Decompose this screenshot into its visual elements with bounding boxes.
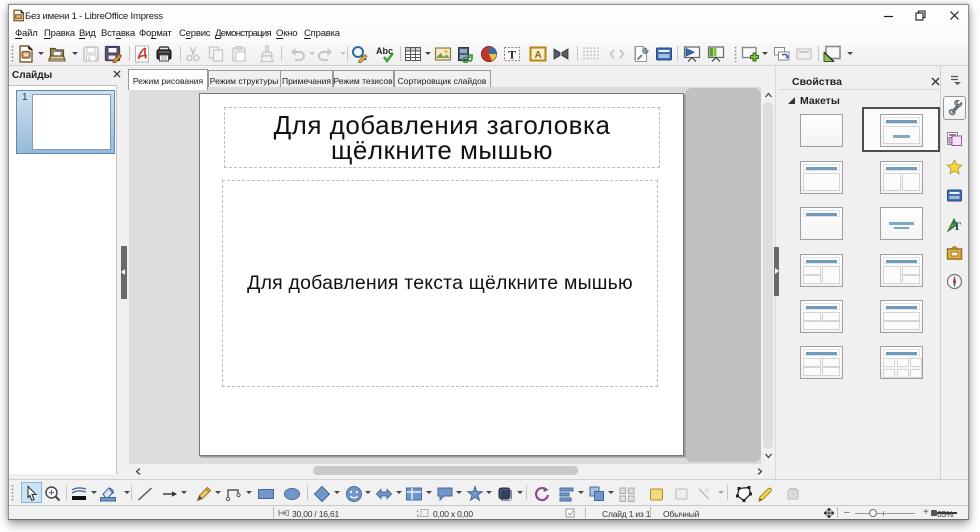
svg-text:T: T — [508, 48, 516, 62]
svg-text:A: A — [535, 50, 542, 61]
svg-text:T: T — [953, 219, 961, 233]
